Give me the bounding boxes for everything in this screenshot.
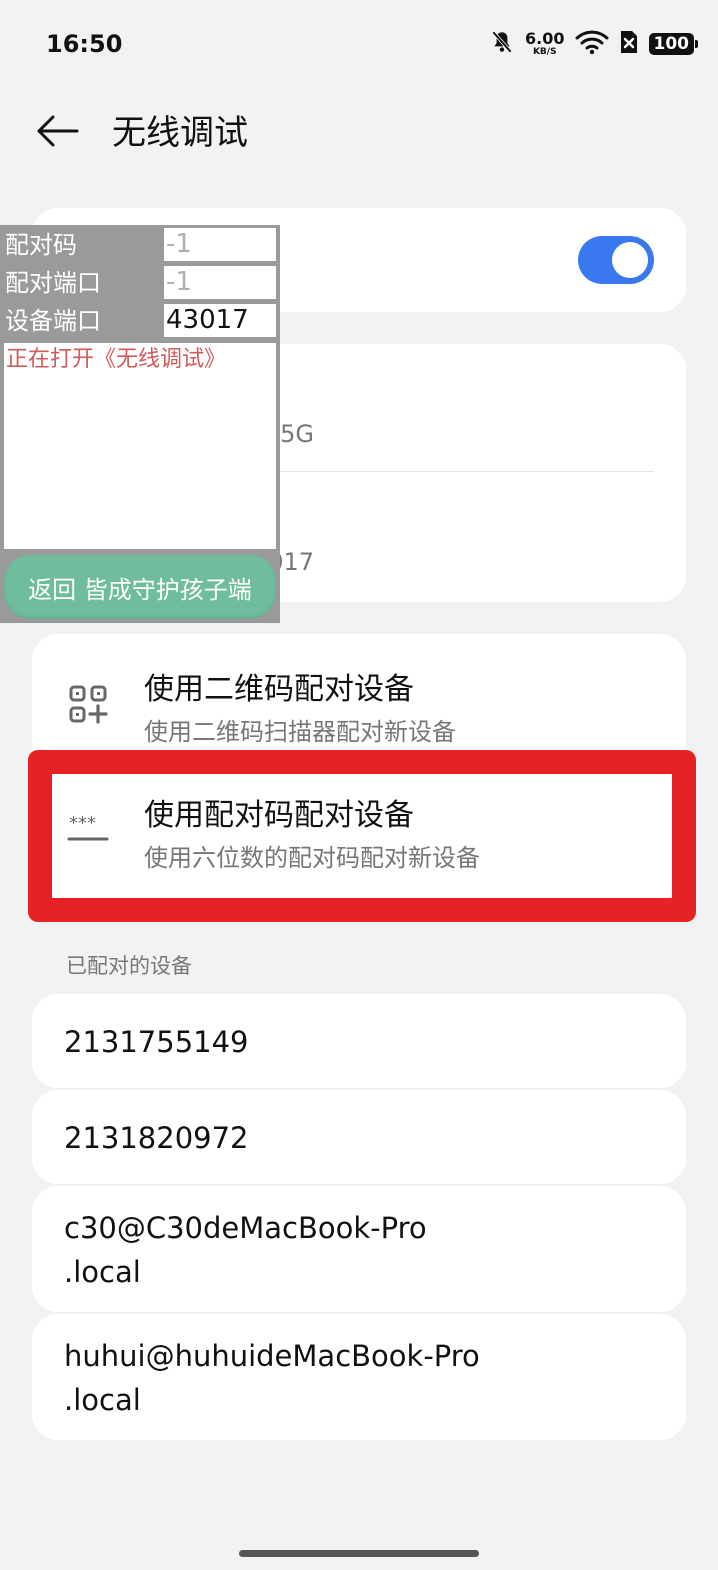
overlay-row-pair-port: 配对端口 -1 xyxy=(0,263,280,301)
overlay-log-text: 正在打开《无线调试》 xyxy=(6,347,227,372)
paired-devices-label: 已配对的设备 xyxy=(66,954,192,978)
home-indicator[interactable] xyxy=(239,1550,479,1557)
pair-with-qr-code[interactable]: 使用二维码配对设备 使用二维码扫描器配对新设备 xyxy=(32,634,686,760)
net-speed-unit: KB/S xyxy=(532,47,557,57)
back-button[interactable] xyxy=(30,110,84,156)
return-app-button[interactable]: 返回 皆成守护孩子端 xyxy=(4,555,276,619)
paired-device-name: huhui@huhuideMacBook-Pro .local xyxy=(64,1334,480,1422)
pairing-options-card: 使用二维码配对设备 使用二维码扫描器配对新设备 *** 使用配对码配对设备 使用… xyxy=(32,634,686,898)
pair-code-title: 使用配对码配对设备 xyxy=(144,798,414,833)
status-icons: 6.00 KB/S 100 xyxy=(489,28,698,60)
status-time: 16:50 xyxy=(46,30,123,58)
password-dots-icon: *** xyxy=(66,808,110,852)
arrow-left-icon xyxy=(35,114,79,152)
paired-device-item[interactable]: huhui@huhuideMacBook-Pro .local xyxy=(32,1314,686,1440)
paired-device-name: 2131820972 xyxy=(64,1121,249,1155)
overlay-row-device-port: 设备端口 43017 xyxy=(0,301,280,339)
helper-overlay-panel: 配对码 -1 配对端口 -1 设备端口 43017 正在打开《无线调试》 返回 … xyxy=(0,225,280,623)
device-port-input[interactable]: 43017 xyxy=(164,304,276,337)
info-network-value: 5G xyxy=(280,420,314,448)
paired-device-name-line2: .local xyxy=(64,1255,141,1289)
status-bar: 16:50 6.00 KB/S 100 xyxy=(0,0,718,90)
overlay-log-area: 正在打开《无线调试》 xyxy=(4,343,276,549)
overlay-row-pair-code: 配对码 -1 xyxy=(0,225,280,263)
device-port-label: 设备端口 xyxy=(5,307,101,335)
wifi-icon xyxy=(575,29,609,59)
pair-code-input[interactable]: -1 xyxy=(164,228,276,261)
wireless-debug-toggle[interactable] xyxy=(578,236,654,284)
pair-port-input[interactable]: -1 xyxy=(164,266,276,299)
net-speed: 6.00 KB/S xyxy=(525,31,564,57)
battery-icon: 100 xyxy=(648,33,698,55)
pair-code-label: 配对码 xyxy=(5,231,77,259)
paired-device-item[interactable]: 2131820972 xyxy=(32,1090,686,1184)
paired-device-name: 2131755149 xyxy=(64,1025,249,1059)
page-title: 无线调试 xyxy=(112,113,248,153)
pair-with-pairing-code[interactable]: *** 使用配对码配对设备 使用六位数的配对码配对新设备 xyxy=(32,760,686,886)
paired-device-name-line1: huhui@huhuideMacBook-Pro xyxy=(64,1339,480,1373)
paired-device-item[interactable]: c30@C30deMacBook-Pro .local xyxy=(32,1186,686,1312)
pair-qr-title: 使用二维码配对设备 xyxy=(144,672,414,707)
net-speed-value: 6.00 xyxy=(525,29,565,48)
paired-device-name-line2: .local xyxy=(64,1383,141,1417)
paired-device-name-line1: c30@C30deMacBook-Pro xyxy=(64,1211,427,1245)
paired-device-item[interactable]: 2131755149 xyxy=(32,994,686,1088)
pair-code-subtitle: 使用六位数的配对码配对新设备 xyxy=(144,844,480,872)
toggle-knob xyxy=(612,242,648,278)
header: 无线调试 xyxy=(0,90,718,180)
qr-code-icon xyxy=(66,682,110,726)
svg-text:***: *** xyxy=(69,815,96,834)
no-sim-icon xyxy=(619,29,639,59)
paired-device-name: c30@C30deMacBook-Pro .local xyxy=(64,1206,427,1294)
pair-qr-subtitle: 使用二维码扫描器配对新设备 xyxy=(144,718,456,746)
bell-muted-icon xyxy=(489,29,515,59)
pair-port-label: 配对端口 xyxy=(5,269,101,297)
